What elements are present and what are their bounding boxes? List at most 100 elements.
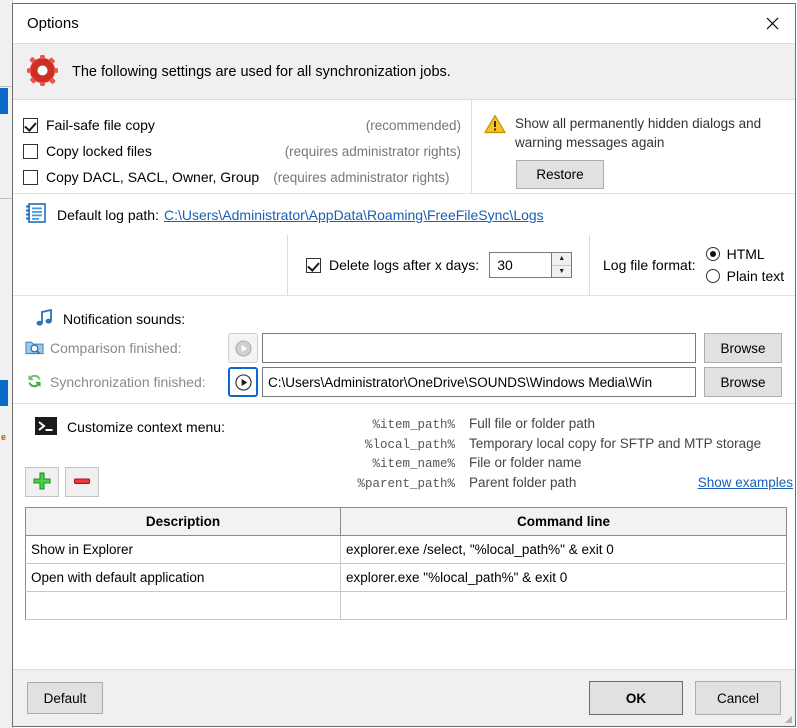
ok-button[interactable]: OK: [589, 681, 683, 715]
background-highlight-2: [0, 380, 8, 406]
sound-label-synchronization: Synchronization finished:: [50, 374, 206, 390]
checkbox-label-failsafe: Fail-safe file copy: [46, 117, 155, 133]
log-settings-section: Delete logs after x days: 30 ▲ ▼ Log fil…: [13, 235, 795, 295]
checkbox-copy-dacl[interactable]: [23, 169, 38, 185]
placeholder-variables-list: %item_path% Full file or folder path %lo…: [343, 414, 795, 497]
background-highlight-1: [0, 88, 8, 114]
radio-plain-text[interactable]: [705, 269, 720, 283]
console-prompt-icon: [35, 415, 57, 440]
red-gear-icon: [27, 54, 58, 89]
checkbox-locked-files[interactable]: [23, 143, 38, 159]
variable-desc-local-path: Temporary local copy for SFTP and MTP st…: [469, 435, 762, 451]
variable-name-parent-path: %parent_path%: [357, 476, 455, 491]
music-note-icon: [34, 308, 54, 331]
variable-name-item-path: %item_path%: [372, 418, 455, 432]
close-glyph: [766, 17, 778, 29]
table-row[interactable]: Show in Explorer explorer.exe /select, "…: [25, 535, 787, 564]
options-dialog: Options The following settings are used …: [12, 3, 796, 727]
dialog-footer: Default OK Cancel: [13, 669, 795, 726]
sound-path-synchronization[interactable]: C:\Users\Administrator\OneDrive\SOUNDS\W…: [262, 367, 696, 397]
delete-logs-days-input[interactable]: 30: [489, 252, 552, 278]
default-button[interactable]: Default: [27, 682, 103, 714]
sound-label-comparison: Comparison finished:: [50, 340, 182, 356]
plus-icon: [32, 471, 52, 494]
variable-name-item-name: %item_name%: [372, 457, 455, 471]
show-examples-link[interactable]: Show examples: [698, 475, 795, 490]
variable-row-item-name: %item_name% File or folder name: [343, 455, 795, 475]
remove-item-button[interactable]: [65, 467, 99, 497]
log-format-panel: Log file format: HTML Plain text: [590, 235, 795, 295]
cell-description[interactable]: Show in Explorer: [25, 535, 341, 564]
cell-description[interactable]: [25, 591, 341, 620]
column-header-description[interactable]: Description: [25, 507, 341, 536]
radio-row-plain-text[interactable]: Plain text: [705, 265, 784, 287]
variable-row-local-path: %local_path% Temporary local copy for SF…: [343, 436, 795, 456]
notification-sounds-section: Notification sounds: Comparison finished…: [13, 296, 795, 403]
context-menu-toolbar: [25, 467, 343, 497]
background-glyph: e: [1, 432, 7, 442]
hidden-dialogs-text: Show all permanently hidden dialogs and …: [515, 116, 762, 150]
play-icon-synchronization[interactable]: [228, 367, 258, 397]
table-row[interactable]: [25, 591, 787, 620]
copy-options-section: Fail-safe file copy (recommended) Copy l…: [13, 100, 795, 193]
checkbox-delete-logs[interactable]: [306, 257, 321, 273]
sounds-title-text: Notification sounds:: [63, 311, 186, 327]
table-body: Show in Explorer explorer.exe /select, "…: [25, 535, 787, 620]
close-icon[interactable]: [749, 4, 795, 42]
variable-name-local-path: %local_path%: [364, 437, 455, 452]
log-format-radio-group[interactable]: HTML Plain text: [705, 243, 785, 287]
context-menu-title: Customize context menu:: [25, 414, 343, 440]
browse-button-synchronization[interactable]: Browse: [704, 367, 782, 397]
table-header-row: Description Command line: [25, 507, 787, 536]
background-divider-1: [0, 86, 12, 87]
stepper-buttons[interactable]: ▲ ▼: [551, 252, 573, 278]
add-item-button[interactable]: [25, 467, 59, 497]
context-menu-title-text: Customize context menu:: [67, 419, 225, 435]
cell-command-line[interactable]: explorer.exe /select, "%local_path%" & e…: [340, 535, 787, 564]
variable-desc-item-name: File or folder name: [469, 455, 582, 470]
spinner-down-icon[interactable]: ▼: [552, 266, 571, 278]
log-format-label: Log file format:: [603, 257, 696, 273]
cell-description[interactable]: Open with default application: [25, 563, 341, 592]
title-bar: Options: [13, 4, 795, 43]
compare-magnifier-icon: [25, 338, 44, 359]
checkbox-row-locked[interactable]: Copy locked files (requires administrato…: [23, 138, 471, 164]
variable-row-item-path: %item_path% Full file or folder path: [343, 416, 795, 436]
window-title: Options: [27, 15, 79, 32]
checkbox-note-locked: (requires administrator rights): [284, 143, 461, 159]
play-icon-comparison[interactable]: [228, 333, 258, 363]
radio-html[interactable]: [705, 247, 720, 261]
checkbox-row-dacl[interactable]: Copy DACL, SACL, Owner, Group (requires …: [23, 164, 471, 190]
checkbox-row-failsafe[interactable]: Fail-safe file copy (recommended): [23, 112, 471, 138]
context-menu-section: Customize context menu: %item_path% Full…: [13, 404, 795, 497]
sound-path-comparison[interactable]: [262, 333, 696, 363]
delete-logs-label: Delete logs after x days:: [329, 257, 480, 273]
cell-command-line[interactable]: explorer.exe "%local_path%" & exit 0: [340, 563, 787, 592]
table-row[interactable]: Open with default application explorer.e…: [25, 563, 787, 592]
restore-button[interactable]: Restore: [516, 160, 604, 189]
sound-row-synchronization: Synchronization finished: C:\Users\Admin…: [25, 365, 795, 399]
table-head: Description Command line: [25, 507, 787, 536]
checkbox-label-locked: Copy locked files: [46, 143, 152, 159]
column-header-command-line[interactable]: Command line: [340, 507, 787, 536]
notification-sounds-title: Notification sounds:: [25, 307, 795, 331]
delete-logs-panel: Delete logs after x days: 30 ▲ ▼: [287, 235, 590, 295]
browse-button-comparison[interactable]: Browse: [704, 333, 782, 363]
log-notebook-icon: [25, 202, 47, 227]
delete-logs-days-stepper[interactable]: 30 ▲ ▼: [489, 252, 573, 278]
spinner-up-icon[interactable]: ▲: [552, 253, 572, 266]
radio-row-html[interactable]: HTML: [705, 243, 785, 265]
log-path-link[interactable]: C:\Users\Administrator\AppData\Roaming\F…: [164, 207, 544, 223]
log-path-label: Default log path:: [57, 206, 159, 223]
checkbox-failsafe[interactable]: [23, 117, 38, 133]
radio-label-html: HTML: [726, 246, 765, 262]
cell-command-line[interactable]: [340, 591, 787, 620]
copy-options-list: Fail-safe file copy (recommended) Copy l…: [13, 100, 471, 193]
cancel-button[interactable]: Cancel: [695, 681, 781, 715]
sync-arrows-icon: [25, 372, 44, 393]
log-settings-spacer: [13, 235, 287, 295]
context-menu-table: Description Command line Show in Explore…: [25, 507, 787, 620]
resize-grip[interactable]: [783, 714, 792, 723]
checkbox-label-dacl: Copy DACL, SACL, Owner, Group: [46, 169, 260, 185]
context-menu-header: Customize context menu: %item_path% Full…: [25, 414, 795, 497]
